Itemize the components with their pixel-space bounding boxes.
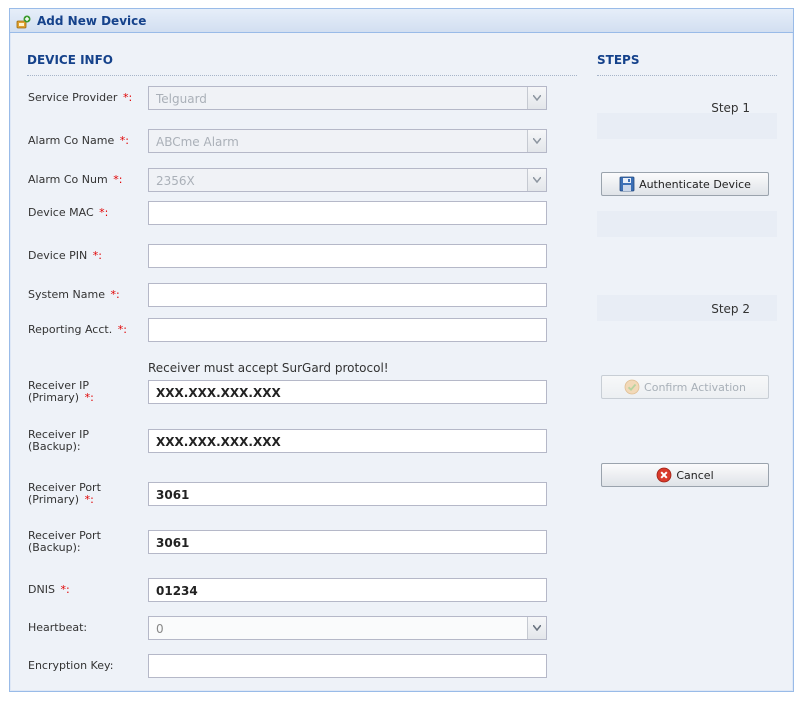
steps-heading: STEPS [597,53,640,67]
alarm-co-num-label: Alarm Co Num *: [28,173,123,186]
dnis-input[interactable]: 01234 [148,578,547,602]
service-provider-label: Service Provider *: [28,91,133,104]
receiver-port-primary-label: Receiver Port (Primary) *: [28,481,101,506]
step-divider-band [597,211,777,237]
step1-band [597,113,777,139]
system-name-label: System Name *: [28,288,120,301]
steps-divider [597,75,777,76]
save-icon [619,176,635,192]
device-pin-input[interactable] [148,244,547,268]
cancel-icon [656,467,672,483]
dnis-label: DNIS *: [28,583,70,596]
receiver-ip-primary-input[interactable]: XXX.XXX.XXX.XXX [148,380,547,404]
receiver-ip-primary-label: Receiver IP (Primary) *: [28,379,94,404]
encryption-key-input[interactable] [148,654,547,678]
reporting-acct-label: Reporting Acct. *: [28,323,127,336]
receiver-port-backup-label: Receiver Port (Backup): [28,529,101,554]
device-info-divider [27,75,577,76]
receiver-ip-backup-label: Receiver IP (Backup): [28,428,89,453]
alarm-co-num-select[interactable]: 2356X [148,168,547,192]
step2-label: Step 2 [711,302,750,316]
dropdown-arrow-icon[interactable] [527,130,546,152]
receiver-port-backup-input[interactable]: 3061 [148,530,547,554]
alarm-co-name-select[interactable]: ABCme Alarm [148,129,547,153]
device-form-panel: DEVICE INFO STEPS Service Provider *: Te… [11,33,792,690]
device-info-heading: DEVICE INFO [27,53,113,67]
dropdown-arrow-icon[interactable] [527,617,546,639]
window-title: Add New Device [37,14,147,28]
add-device-window: Add New Device DEVICE INFO STEPS Service… [9,8,794,692]
encryption-key-label: Encryption Key: [28,659,114,672]
surgard-protocol-note: Receiver must accept SurGard protocol! [148,361,389,375]
heartbeat-label: Heartbeat: [28,621,88,634]
confirm-activation-button[interactable]: Confirm Activation [601,375,769,399]
system-name-input[interactable] [148,283,547,307]
window-titlebar: Add New Device [10,9,793,33]
cancel-button[interactable]: Cancel [601,463,769,487]
step1-label: Step 1 [711,101,750,115]
step2-band [597,295,777,321]
device-mac-input[interactable] [148,201,547,225]
service-provider-select[interactable]: Telguard [148,86,547,110]
confirm-icon [624,379,640,395]
add-device-icon [16,14,32,29]
alarm-co-name-label: Alarm Co Name *: [28,134,129,147]
dropdown-arrow-icon[interactable] [527,87,546,109]
authenticate-device-button[interactable]: Authenticate Device [601,172,769,196]
receiver-port-primary-input[interactable]: 3061 [148,482,547,506]
receiver-ip-backup-input[interactable]: XXX.XXX.XXX.XXX [148,429,547,453]
heartbeat-select[interactable]: 0 [148,616,547,640]
reporting-acct-input[interactable] [148,318,547,342]
device-mac-label: Device MAC *: [28,206,109,219]
device-pin-label: Device PIN *: [28,249,102,262]
dropdown-arrow-icon[interactable] [527,169,546,191]
